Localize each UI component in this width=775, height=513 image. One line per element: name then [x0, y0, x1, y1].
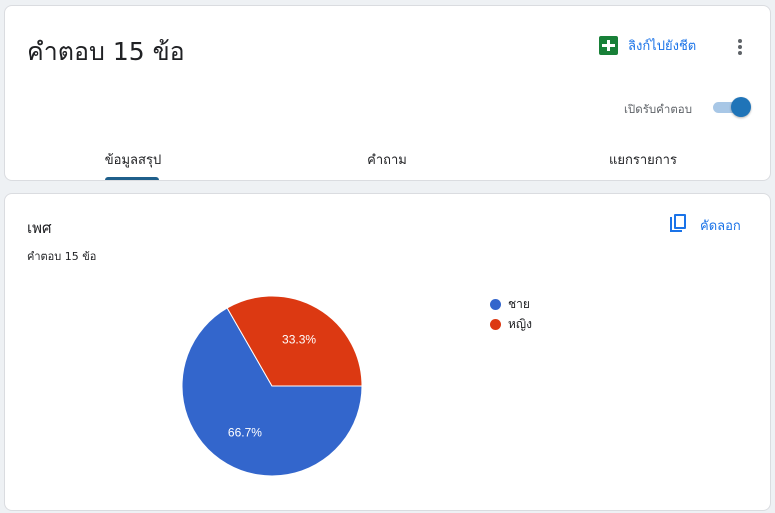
legend-swatch	[490, 318, 501, 330]
pie-chart: 66.7% 33.3%	[181, 295, 363, 477]
response-count: คำตอบ 15 ข้อ	[27, 250, 97, 263]
tab-question[interactable]: คำถาม	[357, 141, 417, 181]
more-vert-icon-dot	[738, 45, 742, 49]
toggle-knob	[731, 97, 751, 117]
question-title: เพศ	[27, 219, 52, 237]
more-vert-icon	[738, 39, 742, 43]
responses-header-card: คำตอบ 15 ข้อ ลิงก์ไปยังชีต เปิดรับคำตอบ …	[4, 5, 771, 181]
legend-item: หญิง	[490, 314, 532, 334]
legend-swatch	[490, 298, 501, 310]
pie-slice-label-0: 66.7%	[228, 426, 262, 440]
tab-question-label: คำถาม	[367, 153, 407, 168]
legend-item: ชาย	[490, 294, 532, 314]
pie-slice-label-1: 33.3%	[282, 332, 316, 346]
copy-chart-label: คัดลอก	[700, 218, 741, 234]
tab-summary-label: ข้อมูลสรุป	[104, 153, 162, 168]
legend-label: ชาย	[508, 296, 530, 311]
link-to-sheets-button[interactable]: ลิงก์ไปยังชีต	[599, 35, 696, 56]
tab-individual[interactable]: แยกรายการ	[603, 141, 683, 181]
copy-icon	[670, 214, 690, 236]
link-to-sheets-label: ลิงก์ไปยังชีต	[628, 39, 697, 54]
page-title: คำตอบ 15 ข้อ	[27, 37, 185, 66]
more-vert-icon-dot	[738, 51, 742, 55]
tab-summary[interactable]: ข้อมูลสรุป	[103, 141, 163, 181]
tab-bar: ข้อมูลสรุป คำถาม แยกรายการ	[5, 141, 772, 181]
sheets-icon	[599, 36, 618, 55]
copy-chart-button[interactable]: คัดลอก	[670, 214, 741, 236]
accepting-responses-label: เปิดรับคำตอบ	[624, 102, 693, 116]
accepting-responses-toggle[interactable]	[711, 96, 751, 118]
tab-individual-label: แยกรายการ	[609, 153, 677, 168]
more-options-button[interactable]	[731, 36, 749, 58]
active-tab-indicator	[105, 177, 159, 180]
legend-label: หญิง	[508, 316, 532, 331]
chart-legend: ชาย หญิง	[490, 294, 532, 334]
question-summary-card: เพศ คำตอบ 15 ข้อ คัดลอก 66.7% 33.3% ชาย ห…	[4, 193, 771, 511]
